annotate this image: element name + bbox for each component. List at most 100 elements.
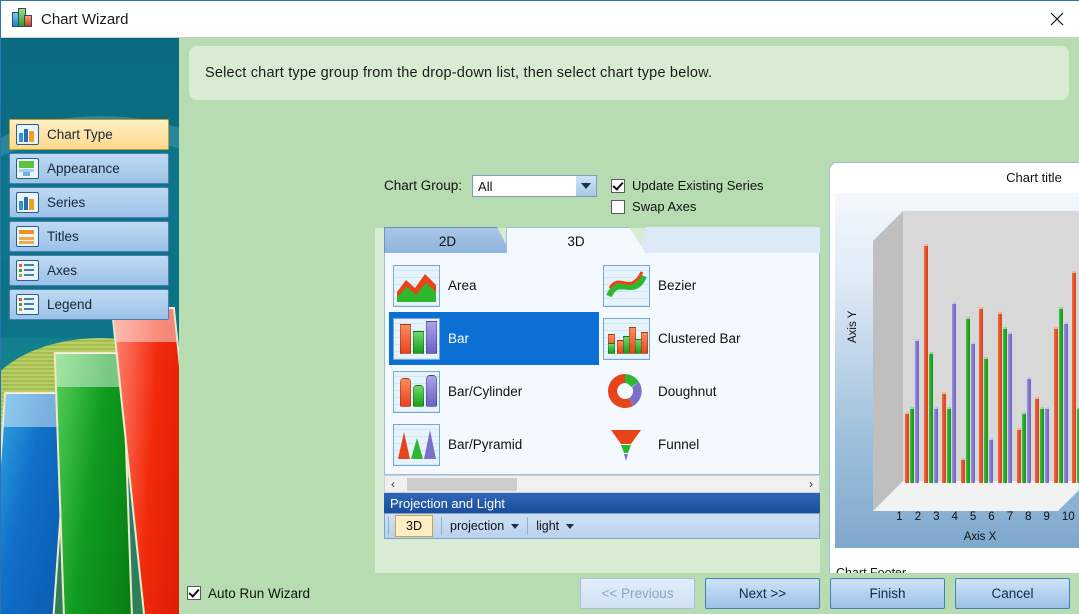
bar-chart-icon	[393, 318, 440, 360]
bar	[947, 407, 951, 483]
bar-group	[1070, 211, 1079, 483]
bar	[915, 339, 919, 483]
checkbox-box	[187, 586, 201, 600]
sidebar-item-chart-type[interactable]: Chart Type	[9, 119, 169, 150]
bar	[1054, 327, 1058, 483]
appearance-icon	[16, 158, 39, 179]
bar	[1064, 322, 1068, 483]
footer-bar: Auto Run Wizard << Previous Next >> Fini…	[179, 573, 1079, 613]
chart-type-area[interactable]: Area	[389, 259, 599, 312]
bar	[961, 458, 965, 483]
area-chart-icon	[393, 265, 440, 307]
chart-group-row: Chart Group: All Update Existing Series …	[375, 162, 820, 228]
3d-mode-button[interactable]: 3D	[395, 515, 433, 537]
next-button[interactable]: Next >>	[705, 578, 820, 609]
scroll-right-icon[interactable]: ›	[803, 477, 819, 491]
chart-type-list-scrollbar[interactable]: ‹ ›	[384, 475, 820, 493]
projection-label: projection	[450, 519, 504, 533]
auto-run-wizard-checkbox[interactable]: Auto Run Wizard	[187, 586, 310, 601]
sidebar-item-legend[interactable]: Legend	[9, 289, 169, 320]
bar-group	[1015, 211, 1034, 483]
bar	[1017, 428, 1021, 483]
sidebar-item-label: Appearance	[47, 161, 120, 176]
checkbox-label: Auto Run Wizard	[208, 586, 310, 601]
bar	[984, 357, 988, 483]
chevron-down-icon	[566, 524, 574, 529]
light-dropdown[interactable]: light	[536, 519, 574, 533]
bar-group	[903, 211, 922, 483]
clustered-bar-chart-icon	[603, 318, 650, 360]
bar	[979, 307, 983, 483]
bezier-chart-icon	[603, 265, 650, 307]
chart-type-label: Clustered Bar	[658, 331, 741, 346]
tab-label: 2D	[439, 234, 456, 249]
chart-type-bar-cylinder[interactable]: Bar/Cylinder	[389, 365, 599, 418]
bar-group	[1033, 211, 1052, 483]
bar	[1040, 407, 1044, 483]
chart-type-bezier[interactable]: Bezier	[599, 259, 809, 312]
chart-type-label: Bar/Cylinder	[448, 384, 522, 399]
x-axis-ticks: 12345678910	[873, 511, 1079, 527]
bar	[1035, 397, 1039, 483]
chart-plot-area: Axis Y 12345678910 Axis X Legend Series1…	[835, 193, 1079, 548]
chart-type-row: Bar/Cylinder Doughn	[389, 365, 815, 418]
bar	[1022, 412, 1026, 483]
chart-type-config: Chart Group: All Update Existing Series …	[375, 162, 820, 587]
chart-type-row: Bar/Pyramid Funnel	[389, 418, 815, 471]
sidebar-item-label: Series	[47, 195, 85, 210]
scrollbar-thumb[interactable]	[407, 478, 517, 491]
chart-type-clustered-bar[interactable]: Clustered Bar	[599, 312, 809, 365]
chart-preview-panel: Chart title Axis Y 12345678910 Axis X Le…	[829, 162, 1079, 587]
chart-type-list: Area Bezier	[384, 253, 820, 475]
x-tick-label: 8	[1025, 511, 1031, 523]
bar-group	[996, 211, 1015, 483]
projection-light-header: Projection and Light	[384, 493, 820, 513]
chart-bars	[903, 211, 1079, 483]
chart-group-select[interactable]: All	[472, 175, 597, 197]
close-icon[interactable]	[1034, 1, 1079, 37]
wizard-buttons: << Previous Next >> Finish Cancel	[580, 578, 1070, 609]
series-icon	[16, 192, 39, 213]
bar	[966, 317, 970, 483]
chevron-down-icon	[511, 524, 519, 529]
x-tick-label: 5	[970, 511, 976, 523]
finish-button[interactable]: Finish	[830, 578, 945, 609]
checkbox-label: Update Existing Series	[632, 178, 764, 193]
chevron-down-icon[interactable]	[576, 176, 596, 196]
swap-axes-checkbox[interactable]: Swap Axes	[611, 196, 764, 217]
sidebar-item-titles[interactable]: Titles	[9, 221, 169, 252]
chart-type-label: Bezier	[658, 278, 696, 293]
x-tick-label: 1	[896, 511, 902, 523]
doughnut-chart-icon	[603, 371, 650, 413]
update-existing-series-checkbox[interactable]: Update Existing Series	[611, 175, 764, 196]
scroll-left-icon[interactable]: ‹	[385, 477, 401, 491]
tab-3d[interactable]: 3D	[506, 227, 646, 254]
checkbox-label: Swap Axes	[632, 199, 696, 214]
chart-type-label: Area	[448, 278, 477, 293]
chart-type-doughnut[interactable]: Doughnut	[599, 365, 809, 418]
bar	[1003, 327, 1007, 483]
chart-type-label: Doughnut	[658, 384, 717, 399]
chart-type-funnel[interactable]: Funnel	[599, 418, 809, 471]
previous-button[interactable]: << Previous	[580, 578, 695, 609]
chart-type-row: Area Bezier	[389, 259, 815, 312]
cancel-button[interactable]: Cancel	[955, 578, 1070, 609]
bar	[905, 412, 909, 483]
tab-2d[interactable]: 2D	[384, 227, 511, 254]
x-axis-label: Axis X	[835, 531, 1079, 543]
sidebar-item-label: Titles	[47, 229, 79, 244]
projection-dropdown[interactable]: projection	[450, 519, 519, 533]
chart-type-label: Bar	[448, 331, 469, 346]
sidebar-nav: Chart Type Appearance Series Titles Axes…	[9, 119, 169, 323]
x-tick-label: 6	[988, 511, 994, 523]
chart-wizard-window: Chart Wizard Chart Type Appearance	[0, 0, 1079, 614]
bar	[998, 312, 1002, 483]
sidebar-item-series[interactable]: Series	[9, 187, 169, 218]
sidebar-item-axes[interactable]: Axes	[9, 255, 169, 286]
sidebar-item-appearance[interactable]: Appearance	[9, 153, 169, 184]
x-tick-label: 4	[952, 511, 958, 523]
dimension-tabs: 2D 3D	[384, 227, 820, 254]
chart-type-bar-pyramid[interactable]: Bar/Pyramid	[389, 418, 599, 471]
chart-type-bar[interactable]: Bar	[389, 312, 599, 365]
titles-icon	[16, 226, 39, 247]
